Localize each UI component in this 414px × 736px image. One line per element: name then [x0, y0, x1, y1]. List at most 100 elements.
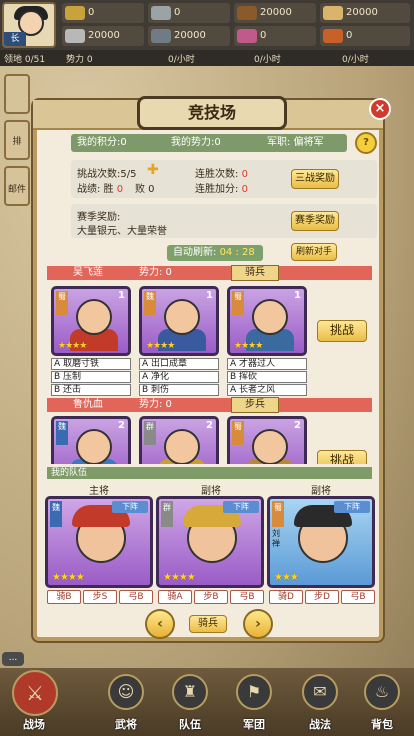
- remove-button[interactable]: 下阵: [334, 501, 370, 513]
- role-vice-general-1: 副将: [201, 486, 221, 497]
- troop-slot[interactable]: 骑D: [269, 590, 303, 604]
- arena-dialog: 竞技场 × 我的积分:0 我的势力:0 军职: 偏将军 ? 挑战次数:5/5 ✚…: [33, 96, 391, 641]
- opponent-2-power: 势力: 0: [139, 399, 172, 410]
- faction-badge: 蜀: [232, 291, 244, 315]
- hero-portrait: [164, 299, 200, 335]
- opponent-2-hero-row: 魏 2 群 2 蜀 2 挑战: [37, 414, 379, 464]
- opponent-1-hero-2[interactable]: 魏 1 ★★★★: [139, 286, 219, 356]
- resource-food[interactable]: 0: [62, 3, 144, 23]
- troop-slot[interactable]: 骑A: [158, 590, 192, 604]
- hero-level: 1: [118, 290, 125, 301]
- resource-grain[interactable]: 20000: [320, 3, 410, 23]
- opponent-2-hero-3[interactable]: 蜀 2: [227, 416, 307, 464]
- role-vice-general-2: 副将: [311, 486, 331, 497]
- opponent-1-bar: 吴飞莲 势力: 0 骑兵: [47, 265, 372, 281]
- production-row: 领地 0/51 势力 0 0/小时 0/小时 0/小时: [0, 50, 414, 66]
- troop-slot[interactable]: 步S: [83, 590, 117, 604]
- crossed-swords-icon: ⚔: [12, 670, 58, 716]
- sidebar-item-1[interactable]: [4, 74, 30, 114]
- star-rating: ★★★: [274, 572, 299, 583]
- auto-refresh-timer: 自动刷新: 04 : 28: [167, 245, 263, 261]
- team-member-1[interactable]: 魏 下阵 ★★★★: [45, 496, 153, 588]
- remove-button[interactable]: 下阵: [112, 501, 148, 513]
- challenge-button-1[interactable]: 挑战: [317, 320, 367, 342]
- resource-wood[interactable]: 20000: [234, 3, 316, 23]
- opponent-1-hero-3[interactable]: 蜀 1 ★★★★: [227, 286, 307, 356]
- battle-stats-panel: 挑战次数:5/5 ✚ 战绩: 胜 0 败 0 连胜次数: 0 连胜加分: 0 三…: [71, 160, 377, 198]
- dialog-title: 竞技场: [137, 96, 287, 130]
- refresh-opponents-button[interactable]: 刷新对手: [291, 243, 337, 261]
- resource-stone[interactable]: 0: [148, 3, 230, 23]
- my-rank: 军职: 偏将军: [267, 137, 324, 148]
- troop-mode-button[interactable]: 骑兵: [189, 615, 227, 633]
- hero-name: 刘禅: [272, 529, 280, 548]
- stone-icon: [151, 6, 171, 20]
- nav-generals[interactable]: ☺ 武将: [96, 668, 156, 736]
- wood-icon: [237, 6, 257, 20]
- nav-legion[interactable]: ⚑ 军团: [224, 668, 284, 736]
- season-reward-button[interactable]: 赛季奖励: [291, 211, 339, 231]
- gem-icon: [237, 29, 257, 43]
- my-power: 我的势力:0: [171, 137, 221, 148]
- opponent-2-troop-type: 步兵: [231, 397, 279, 413]
- nav-bag[interactable]: ♨ 背包: [352, 668, 412, 736]
- troop-slot[interactable]: 弓B: [230, 590, 264, 604]
- resource-coin[interactable]: 0: [320, 26, 410, 46]
- star-rating: ★★★★: [52, 572, 85, 583]
- record-wins: 战绩: 胜 0: [77, 184, 124, 195]
- nav-battlefield[interactable]: ⚔ 战场: [4, 668, 64, 736]
- hero-portrait: [76, 299, 112, 335]
- troop-slot[interactable]: 骑B: [47, 590, 81, 604]
- sidebar-item-mail[interactable]: 邮件: [4, 166, 30, 206]
- help-button[interactable]: ?: [355, 132, 377, 154]
- general-icon: ☺: [108, 674, 144, 710]
- season-desc: 大量银元、大量荣誉: [77, 226, 167, 237]
- faction-badge: 魏: [50, 501, 62, 527]
- opponent-2-hero-1[interactable]: 魏 2: [51, 416, 131, 464]
- challenge-count: 挑战次数:5/5: [77, 169, 137, 180]
- wheat-icon: [323, 6, 343, 20]
- skill-slot: B 还击: [51, 384, 131, 396]
- skill-slot: A 长者之风: [227, 384, 307, 396]
- prev-arrow-button[interactable]: ‹: [145, 609, 175, 639]
- player-avatar[interactable]: 长: [2, 2, 56, 48]
- skill-slot: A 出口成章: [139, 358, 219, 370]
- faction-badge: 蜀: [272, 501, 284, 527]
- hero-portrait: [76, 429, 112, 464]
- troop-slot[interactable]: 步D: [305, 590, 339, 604]
- remove-button[interactable]: 下阵: [223, 501, 259, 513]
- resource-silver[interactable]: 20000: [62, 26, 144, 46]
- next-arrow-button[interactable]: ›: [243, 609, 273, 639]
- three-battle-reward-button[interactable]: 三战奖励: [291, 169, 339, 189]
- resource-gem[interactable]: 0: [234, 26, 316, 46]
- grain-icon: [65, 6, 85, 20]
- troop-slot[interactable]: 弓B: [119, 590, 153, 604]
- add-challenge-icon[interactable]: ✚: [147, 162, 159, 178]
- skill-slot: A 才器过人: [227, 358, 307, 370]
- close-button[interactable]: ×: [369, 98, 391, 120]
- scroll-icon: ✉: [302, 674, 338, 710]
- team-member-2[interactable]: 群 下阵 ★★★★: [156, 496, 264, 588]
- chat-button[interactable]: ...: [2, 652, 24, 666]
- season-reward-panel: 赛季奖励: 大量银元、大量荣誉 赛季奖励: [71, 204, 377, 238]
- player-level-tag: 长: [4, 32, 26, 46]
- silver-icon: [65, 29, 85, 43]
- troop-slot[interactable]: 弓B: [341, 590, 375, 604]
- troop-slot[interactable]: 步B: [194, 590, 228, 604]
- nav-team[interactable]: ♜ 队伍: [160, 668, 220, 736]
- hero-level: 2: [294, 420, 301, 431]
- nav-tactics[interactable]: ✉ 战法: [290, 668, 350, 736]
- top-status-bar: 长 0 0 20000 20000 20000 20000 0 0: [0, 0, 414, 50]
- hero-portrait: [252, 429, 288, 464]
- faction-badge: 魏: [56, 421, 68, 445]
- sidebar-item-ranking[interactable]: 排: [4, 120, 30, 160]
- challenge-button-2[interactable]: 挑战: [317, 450, 367, 464]
- opponent-2-hero-2[interactable]: 群 2: [139, 416, 219, 464]
- team-member-3[interactable]: 蜀 刘禅 下阵 ★★★: [267, 496, 375, 588]
- faction-badge: 魏: [144, 291, 156, 315]
- rate-3: 0/小时: [342, 55, 369, 65]
- star-rating: ★★★★: [146, 341, 175, 351]
- opponent-1-hero-1[interactable]: 蜀 1 ★★★★: [51, 286, 131, 356]
- bag-icon: ♨: [364, 674, 400, 710]
- resource-iron[interactable]: 20000: [148, 26, 230, 46]
